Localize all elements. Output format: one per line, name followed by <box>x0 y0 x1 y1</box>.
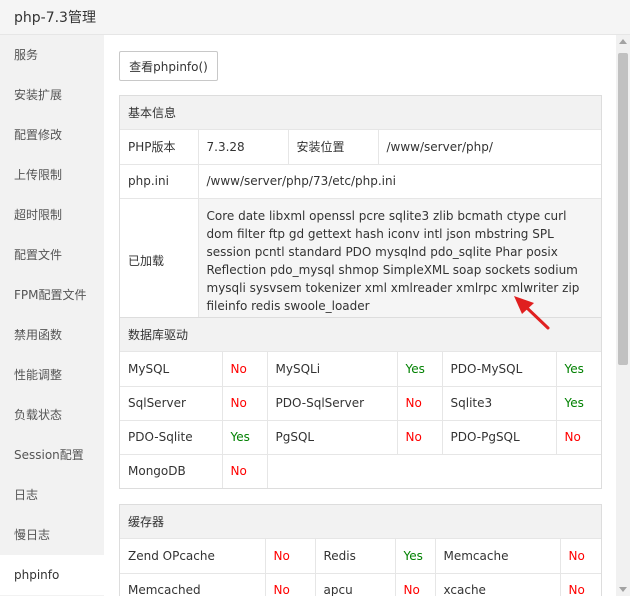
table-row: SqlServer No PDO-SqlServer No Sqlite3 Ye… <box>120 386 601 421</box>
driver-name: PDO-MySQL <box>442 352 557 387</box>
empty-cell <box>267 454 601 488</box>
cache-status: No <box>560 539 601 574</box>
sidebar-item-config-file[interactable]: 配置文件 <box>0 235 104 275</box>
sidebar-item-slow-logs[interactable]: 慢日志 <box>0 515 104 555</box>
db-drivers-table: MySQL No MySQLi Yes PDO-MySQL Yes SqlSer… <box>120 352 601 488</box>
sidebar: 服务 安装扩展 配置修改 上传限制 超时限制 配置文件 FPM配置文件 禁用函数… <box>0 35 104 596</box>
sidebar-item-disabled-functions[interactable]: 禁用函数 <box>0 315 104 355</box>
sidebar-item-session-config[interactable]: Session配置 <box>0 435 104 475</box>
sidebar-item-service[interactable]: 服务 <box>0 35 104 75</box>
table-row: Memcached No apcu No xcache No <box>120 573 601 596</box>
cache-name: xcache <box>435 573 561 596</box>
driver-name: PDO-Sqlite <box>120 420 223 455</box>
db-drivers-panel: 数据库驱动 MySQL No MySQLi Yes PDO-MySQL Yes … <box>119 317 602 489</box>
scroll-up-icon[interactable] <box>619 39 627 44</box>
table-row: php.ini /www/server/php/73/etc/php.ini <box>120 164 601 199</box>
scrollbar-thumb[interactable] <box>618 53 628 365</box>
install-path-label: 安装位置 <box>288 130 379 165</box>
cache-name: Memcache <box>435 539 561 574</box>
driver-name: PDO-PgSQL <box>442 420 557 455</box>
content-scrollbar[interactable] <box>616 35 630 596</box>
cache-status: No <box>265 573 316 596</box>
php-ini-value: /www/server/php/73/etc/php.ini <box>198 164 601 199</box>
db-drivers-title: 数据库驱动 <box>120 318 601 352</box>
sidebar-item-fpm-config-file[interactable]: FPM配置文件 <box>0 275 104 315</box>
title-bar: php-7.3管理 <box>0 0 630 35</box>
view-phpinfo-button[interactable]: 查看phpinfo() <box>119 51 218 81</box>
driver-status: No <box>397 386 443 421</box>
driver-status: Yes <box>397 352 443 387</box>
cache-status: Yes <box>395 539 436 574</box>
sidebar-item-install-extensions[interactable]: 安装扩展 <box>0 75 104 115</box>
driver-status: No <box>397 420 443 455</box>
php-ini-label: php.ini <box>120 164 199 199</box>
sidebar-item-config-edit[interactable]: 配置修改 <box>0 115 104 155</box>
sidebar-item-logs[interactable]: 日志 <box>0 475 104 515</box>
driver-status: No <box>222 386 268 421</box>
driver-status: Yes <box>222 420 268 455</box>
driver-name: MongoDB <box>120 454 223 488</box>
sidebar-item-load-status[interactable]: 负载状态 <box>0 395 104 435</box>
cache-name: apcu <box>315 573 396 596</box>
table-row: MongoDB No <box>120 454 601 488</box>
scroll-down-icon[interactable] <box>619 587 627 592</box>
basic-info-table: PHP版本 7.3.28 安装位置 /www/server/php/ php.i… <box>120 130 601 323</box>
cache-panel: 缓存器 Zend OPcache No Redis Yes Memcache N… <box>119 504 602 596</box>
cache-name: Redis <box>315 539 396 574</box>
basic-info-panel: 基本信息 PHP版本 7.3.28 安装位置 /www/server/php/ … <box>119 95 602 324</box>
sidebar-item-performance[interactable]: 性能调整 <box>0 355 104 395</box>
window-title: php-7.3管理 <box>14 10 96 26</box>
loaded-extensions-value: Core date libxml openssl pcre sqlite3 zl… <box>198 198 601 323</box>
driver-status: No <box>556 420 601 455</box>
cache-status: No <box>395 573 436 596</box>
sidebar-item-phpinfo[interactable]: phpinfo <box>0 555 104 595</box>
driver-name: MySQL <box>120 352 223 387</box>
table-row: PDO-Sqlite Yes PgSQL No PDO-PgSQL No <box>120 420 601 455</box>
basic-info-title: 基本信息 <box>120 96 601 130</box>
loaded-extensions-label: 已加载 <box>120 198 199 323</box>
sidebar-item-timeout-limit[interactable]: 超时限制 <box>0 195 104 235</box>
cache-table: Zend OPcache No Redis Yes Memcache No Me… <box>120 539 601 596</box>
install-path-value: /www/server/php/ <box>378 130 601 165</box>
driver-status: No <box>222 352 268 387</box>
cache-status: No <box>568 583 585 596</box>
sidebar-item-upload-limit[interactable]: 上传限制 <box>0 155 104 195</box>
table-row: 已加载 Core date libxml openssl pcre sqlite… <box>120 198 601 323</box>
php-version-label: PHP版本 <box>120 130 199 165</box>
cache-title: 缓存器 <box>120 505 601 539</box>
driver-status: Yes <box>556 352 601 387</box>
driver-name: SqlServer <box>120 386 223 421</box>
driver-name: PgSQL <box>267 420 398 455</box>
driver-status: Yes <box>556 386 601 421</box>
table-row: PHP版本 7.3.28 安装位置 /www/server/php/ <box>120 130 601 165</box>
main-content: 查看phpinfo() 基本信息 PHP版本 7.3.28 安装位置 /www/… <box>104 35 616 596</box>
cache-name: Zend OPcache <box>120 539 266 574</box>
table-row: Zend OPcache No Redis Yes Memcache No <box>120 539 601 574</box>
driver-name: PDO-SqlServer <box>267 386 398 421</box>
cache-name: Memcached <box>120 573 266 596</box>
php-version-value: 7.3.28 <box>198 130 289 165</box>
table-row: MySQL No MySQLi Yes PDO-MySQL Yes <box>120 352 601 387</box>
cache-status: No <box>265 539 316 574</box>
driver-name: Sqlite3 <box>442 386 557 421</box>
driver-status: No <box>222 454 268 488</box>
driver-name: MySQLi <box>267 352 398 387</box>
